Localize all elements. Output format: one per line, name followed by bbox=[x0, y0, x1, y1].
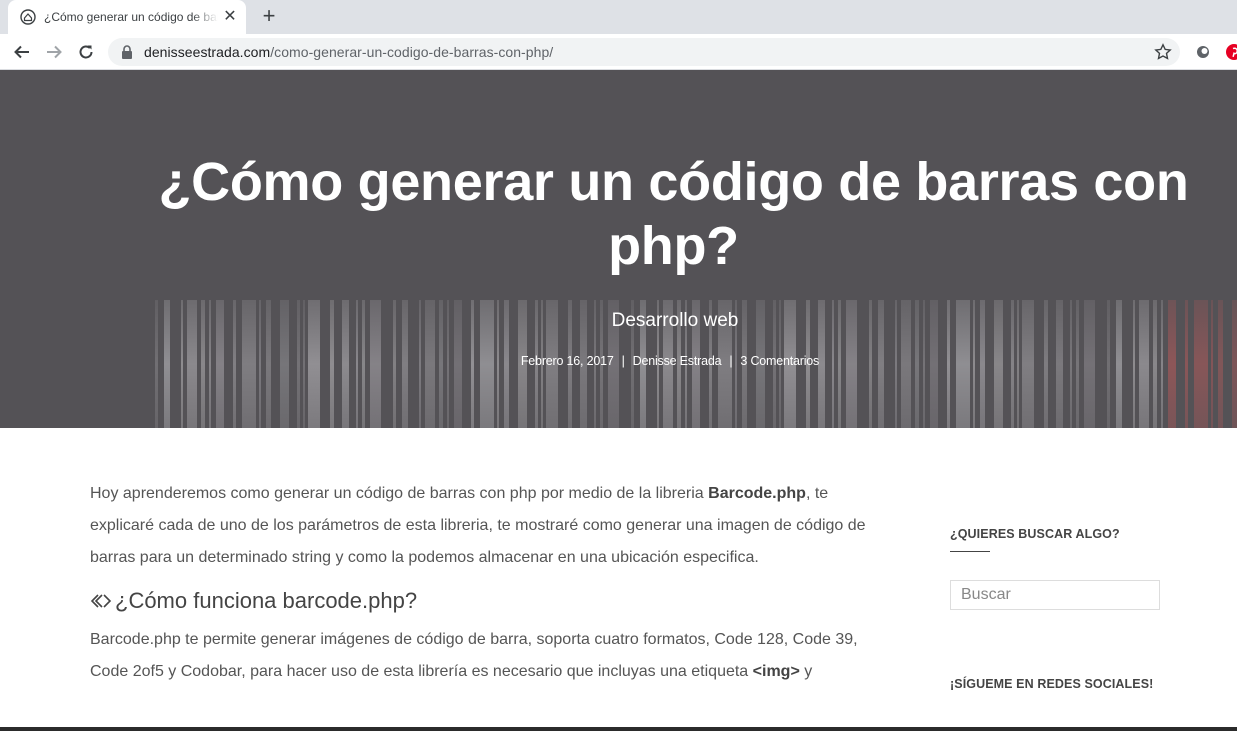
site-favicon-icon bbox=[20, 9, 36, 25]
post-author-link[interactable]: Denisse Estrada bbox=[633, 354, 722, 368]
browser-tab[interactable]: ¿Cómo generar un código de barras con ph… bbox=[8, 0, 246, 34]
widget-title-underline bbox=[950, 551, 990, 552]
barcode-php-strong: Barcode.php bbox=[708, 485, 806, 502]
sidebar: ¿QUIERES BUSCAR ALGO? ¡SÍGUEME EN REDES … bbox=[950, 527, 1170, 691]
intro-paragraph: Hoy aprenderemos como generar un código … bbox=[90, 485, 866, 566]
search-input[interactable] bbox=[950, 580, 1160, 610]
social-widget-title: ¡SÍGUEME EN REDES SOCIALES! bbox=[950, 677, 1154, 691]
tab-strip: ¿Cómo generar un código de barras con ph… bbox=[0, 0, 1237, 34]
search-widget-title: ¿QUIERES BUSCAR ALGO? bbox=[950, 527, 1120, 541]
img-tag-strong: <img> bbox=[752, 663, 800, 680]
body-paragraph: Barcode.php te permite generar imágenes … bbox=[90, 631, 858, 680]
address-bar[interactable]: denisseestrada.com/como-generar-un-codig… bbox=[108, 38, 1180, 66]
close-tab-icon[interactable]: ✕ bbox=[222, 9, 238, 25]
post-hero: ¿Cómo generar un código de barras con ph… bbox=[0, 70, 1237, 428]
browser-toolbar: denisseestrada.com/como-generar-un-codig… bbox=[0, 34, 1237, 70]
lock-icon[interactable] bbox=[120, 45, 134, 59]
post-meta: Febrero 16, 2017 | Denisse Estrada | 3 Comen… bbox=[0, 354, 1237, 368]
post-comments-link[interactable]: 3 Comentarios bbox=[740, 354, 819, 368]
reload-icon[interactable] bbox=[74, 40, 98, 64]
back-icon[interactable] bbox=[10, 40, 34, 64]
forward-icon[interactable] bbox=[42, 40, 66, 64]
post-date[interactable]: Febrero 16, 2017 bbox=[521, 354, 614, 368]
tab-title: ¿Cómo generar un código de barras con ph… bbox=[44, 10, 218, 24]
url-text: denisseestrada.com/como-generar-un-codig… bbox=[144, 44, 554, 60]
meta-separator: | bbox=[621, 354, 625, 368]
post-content: Hoy aprenderemos como generar un código … bbox=[90, 478, 870, 688]
section-heading: ¿Cómo funciona barcode.php? bbox=[90, 584, 870, 618]
new-tab-icon[interactable]: + bbox=[258, 5, 280, 28]
post-title: ¿Cómo generar un código de barras con ph… bbox=[158, 152, 1189, 276]
meta-separator: | bbox=[729, 354, 733, 368]
taskbar-edge bbox=[0, 727, 1237, 731]
bookmark-star-icon[interactable] bbox=[1154, 43, 1172, 61]
pinterest-extension-icon[interactable] bbox=[1226, 44, 1237, 60]
extension-icon[interactable] bbox=[1195, 44, 1211, 60]
post-category-link[interactable]: Desarrollo web bbox=[0, 310, 1237, 332]
anchor-link-icon[interactable] bbox=[90, 592, 112, 610]
